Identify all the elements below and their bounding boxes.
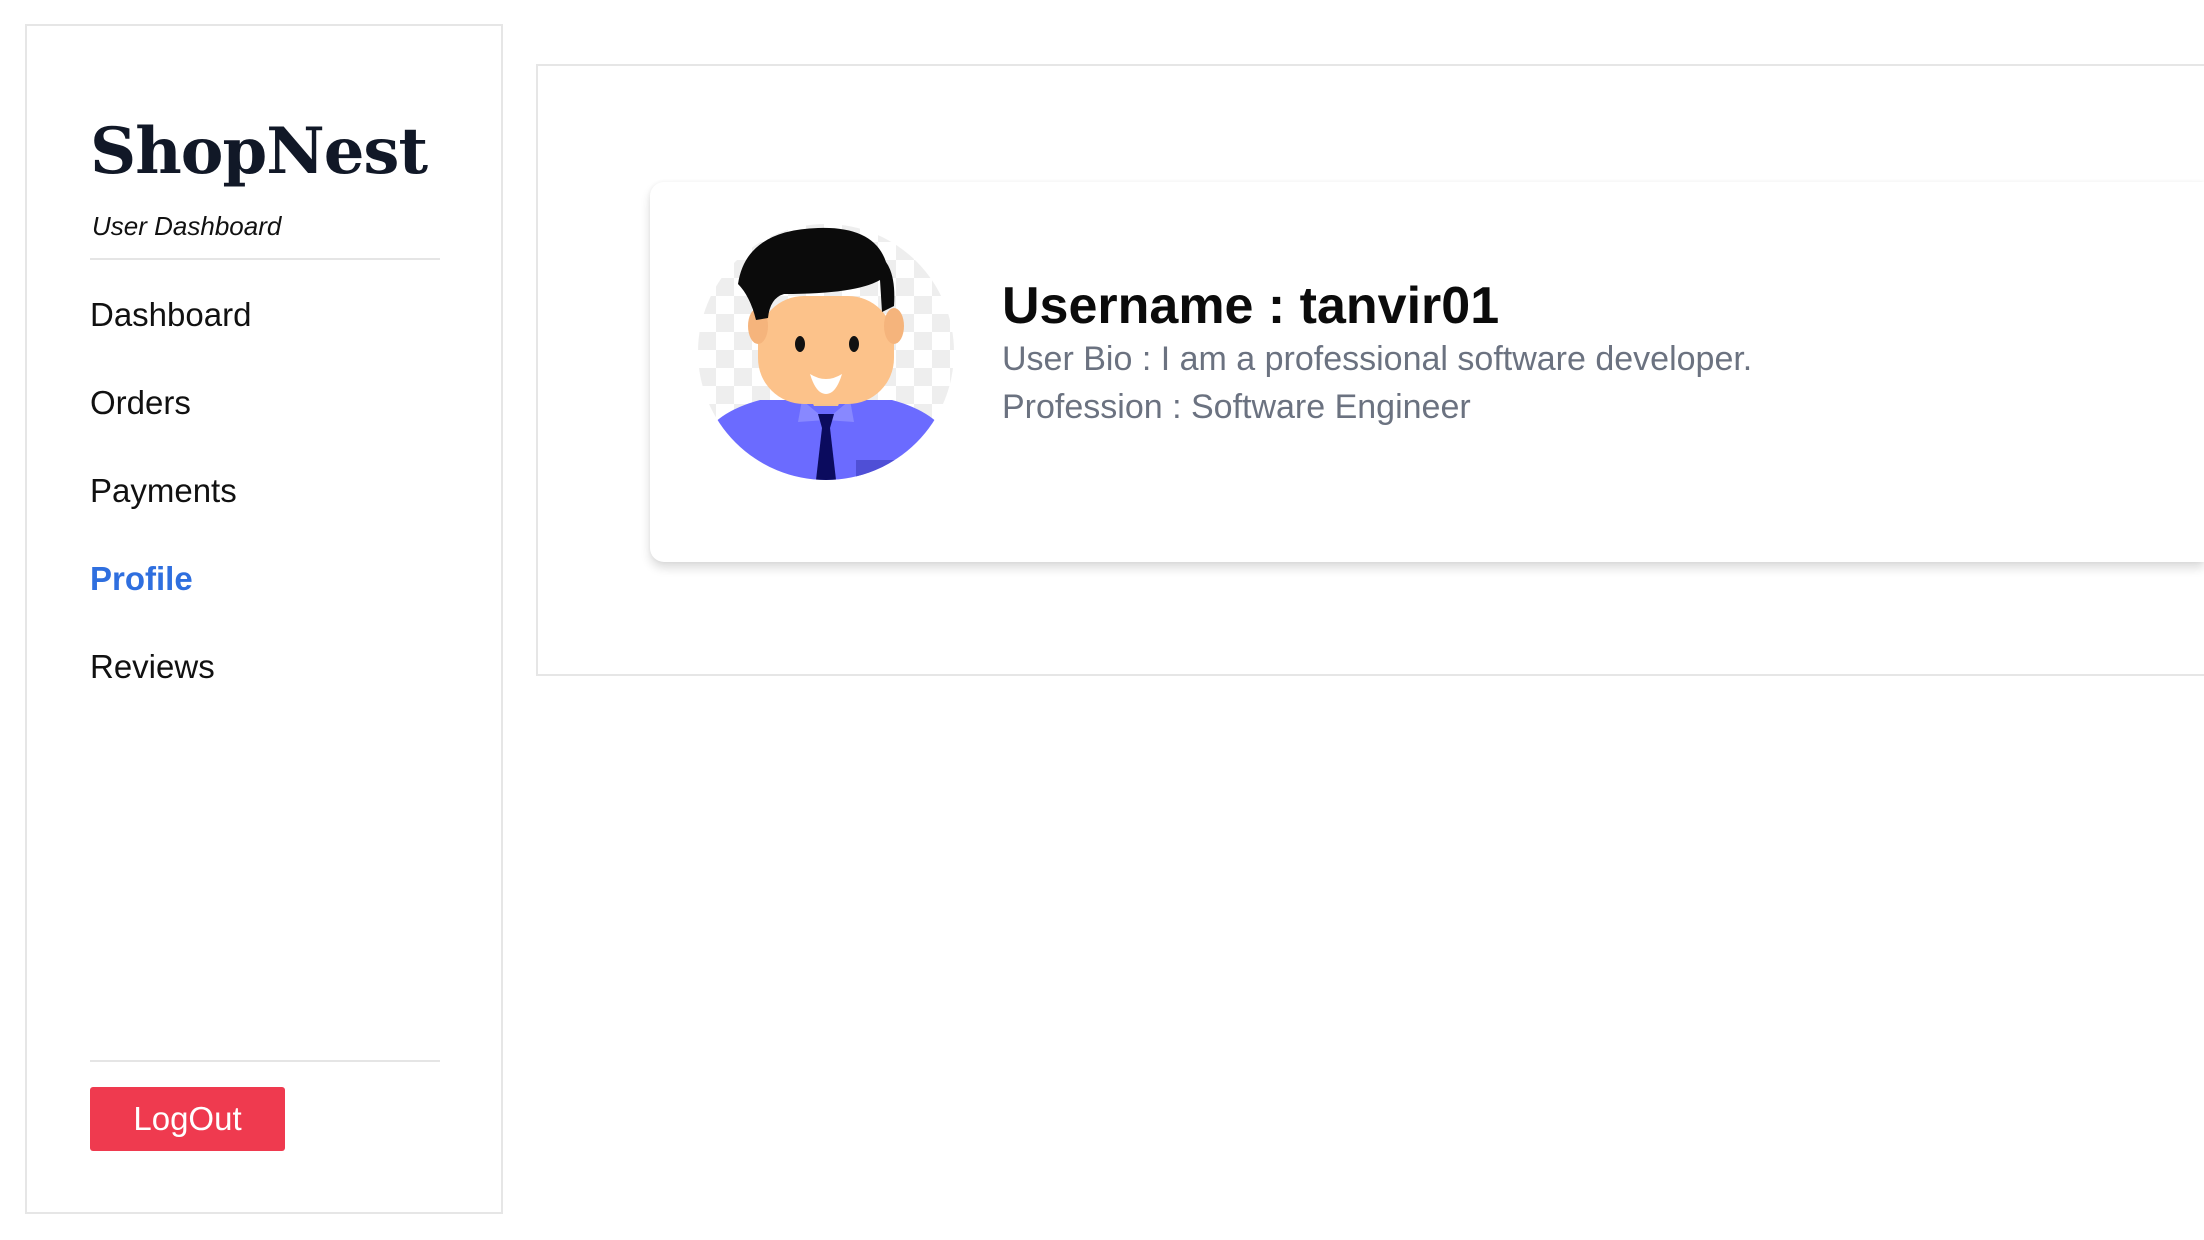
profile-bio: User Bio : I am a professional software … <box>1002 340 1753 378</box>
profile-profession: Profession : Software Engineer <box>1002 388 1471 426</box>
sidebar-item-profile[interactable]: Profile <box>90 558 440 646</box>
sidebar-nav: Dashboard Orders Payments Profile Review… <box>90 294 440 734</box>
logout-button[interactable]: LogOut <box>90 1087 285 1151</box>
sidebar-item-orders[interactable]: Orders <box>90 382 440 470</box>
brand-logo: ShopNest <box>90 114 428 189</box>
sidebar-item-payments[interactable]: Payments <box>90 470 440 558</box>
sidebar-divider-top <box>90 258 440 260</box>
brand-subtitle: User Dashboard <box>92 211 282 241</box>
profile-card: Username : tanvir01 User Bio : I am a pr… <box>650 182 2204 562</box>
sidebar: ShopNest User Dashboard Dashboard Orders… <box>25 24 503 1214</box>
sidebar-item-reviews[interactable]: Reviews <box>90 646 440 734</box>
sidebar-item-dashboard[interactable]: Dashboard <box>90 294 440 382</box>
profile-username: Username : tanvir01 <box>1002 277 1500 335</box>
user-avatar-icon <box>698 224 954 480</box>
sidebar-divider-bottom <box>90 1060 440 1062</box>
